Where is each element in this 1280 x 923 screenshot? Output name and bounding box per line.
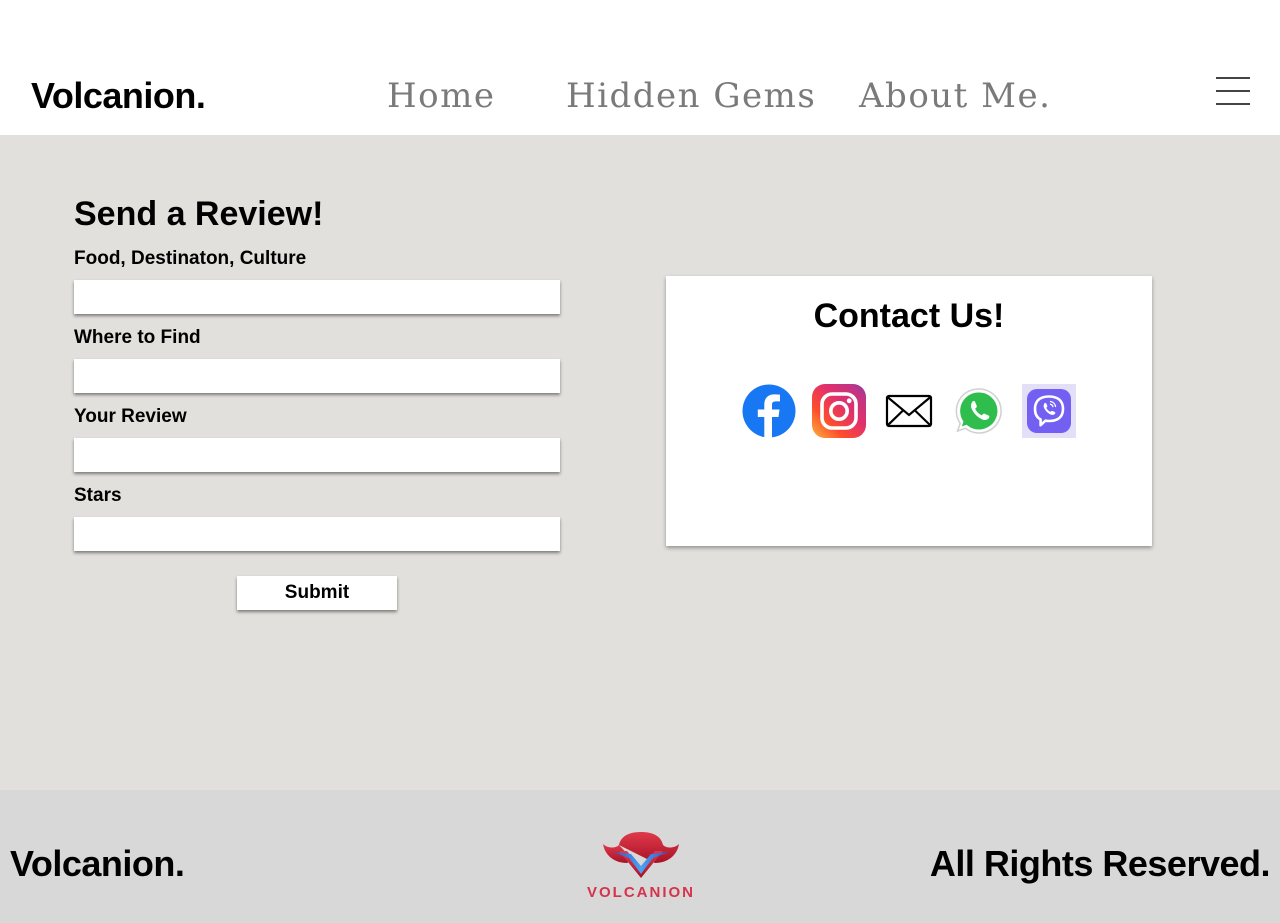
footer-brand: Volcanion. (10, 843, 185, 884)
contact-title: Contact Us! (813, 297, 1005, 335)
field-label-stars: Stars (74, 485, 122, 506)
viber-icon[interactable] (1022, 384, 1076, 438)
facebook-icon[interactable] (742, 384, 796, 438)
stars-input[interactable] (74, 517, 560, 551)
review-input[interactable] (74, 438, 560, 472)
instagram-icon[interactable] (812, 384, 866, 438)
field-label-review: Your Review (74, 406, 187, 427)
field-label-category: Food, Destinaton, Culture (74, 248, 307, 269)
volcanion-logo-mark (603, 832, 679, 878)
contact-card: Contact Us! (666, 276, 1152, 546)
site-logo-text[interactable]: Volcanion. (31, 74, 206, 118)
site-header: Volcanion. Home Hidden Gems About Me. (0, 0, 1280, 135)
nav-hidden-gems-link[interactable]: Hidden Gems (566, 74, 816, 118)
field-label-where: Where to Find (74, 327, 201, 348)
submit-button[interactable]: Submit (237, 576, 397, 610)
main-content: Send a Review! Food, Destinaton, Culture… (0, 135, 1280, 790)
whatsapp-icon[interactable] (952, 384, 1006, 438)
where-to-find-input[interactable] (74, 359, 560, 393)
review-form-title: Send a Review! (74, 195, 324, 233)
email-icon[interactable] (882, 384, 936, 438)
footer-rights-text: All Rights Reserved. (929, 843, 1271, 884)
nav-about-link[interactable]: About Me. (859, 74, 1051, 118)
nav-home-link[interactable]: Home (387, 74, 495, 118)
category-input[interactable] (74, 280, 560, 314)
volcanion-logo[interactable]: VOLCANION (583, 830, 699, 904)
hamburger-menu-icon[interactable] (1216, 76, 1250, 106)
site-footer: Volcanion. VOLCANION All Rights Reserved… (0, 790, 1280, 923)
logo-wordmark: VOLCANION (587, 884, 695, 901)
